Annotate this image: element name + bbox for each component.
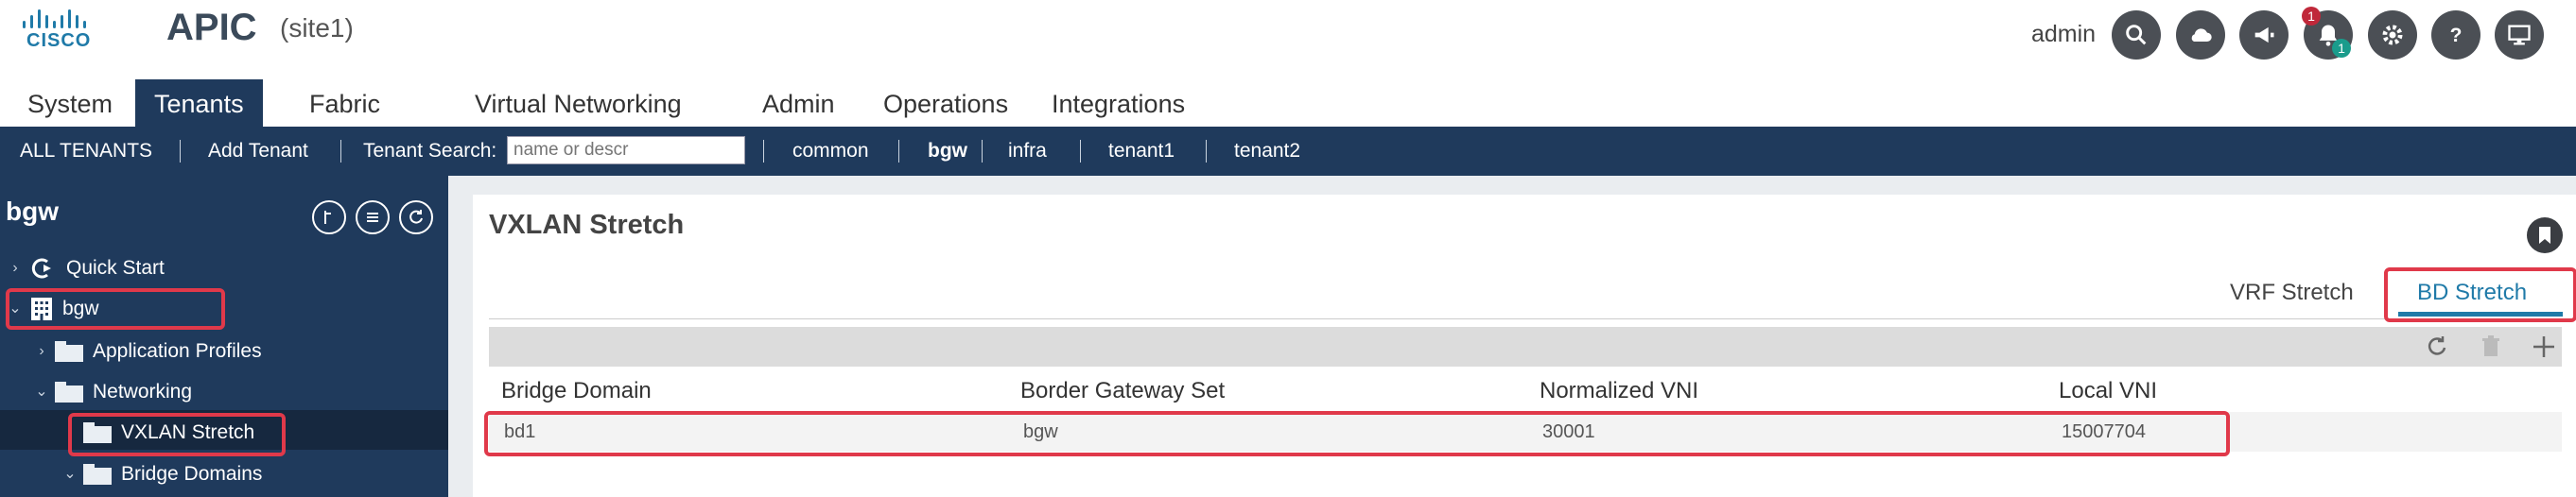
- tenant-search-input[interactable]: [507, 136, 745, 164]
- trash-icon: [2482, 335, 2499, 356]
- chevron-down-icon: ⌄: [35, 384, 48, 400]
- highlight-box: [68, 413, 286, 456]
- list-icon: [367, 213, 378, 222]
- cisco-wordmark: CISCO: [26, 30, 92, 51]
- svg-text:?: ?: [2450, 25, 2463, 46]
- tree-item-label: Bridge Domains: [121, 463, 263, 485]
- screen-button[interactable]: [2495, 10, 2544, 60]
- tree-item-label: Networking: [93, 381, 193, 403]
- highlight-box: [484, 411, 2230, 456]
- bookmark-button[interactable]: [2527, 217, 2563, 253]
- refresh-icon: [2428, 336, 2446, 355]
- nav-divider: [982, 140, 983, 163]
- tab-divider: [489, 318, 2562, 319]
- add-button[interactable]: [2531, 334, 2557, 360]
- folder-icon: [55, 341, 83, 362]
- notifications-button[interactable]: 1 1: [2302, 7, 2353, 60]
- folder-icon: [83, 464, 112, 485]
- tree-item-networking[interactable]: ⌄ Networking: [32, 373, 192, 411]
- highlight-box: [6, 288, 225, 330]
- tree-item-label: Application Profiles: [93, 340, 262, 362]
- tree-item-bridge-domains[interactable]: ⌄ Bridge Domains: [61, 455, 262, 493]
- column-header-border-gateway-set[interactable]: Border Gateway Set: [1020, 372, 1225, 410]
- tab-operations[interactable]: Operations: [864, 79, 1027, 127]
- tab-virtual-networking[interactable]: Virtual Networking: [456, 79, 701, 127]
- gear-icon: [2382, 25, 2403, 45]
- help-button[interactable]: ?: [2431, 10, 2480, 60]
- tree-item-quick-start[interactable]: › Quick Start: [6, 249, 165, 287]
- all-tenants-link[interactable]: ALL TENANTS: [20, 127, 152, 176]
- refresh-icon: [409, 210, 423, 224]
- chevron-right-icon: ›: [12, 260, 18, 276]
- settings-button[interactable]: [2368, 10, 2417, 60]
- monitor-icon: [2508, 25, 2531, 45]
- folder-icon: [55, 382, 83, 403]
- tree-item-application-profiles[interactable]: › Application Profiles: [32, 333, 262, 370]
- tenant-link-tenant2[interactable]: tenant2: [1234, 127, 1300, 176]
- tree-item-label: Quick Start: [66, 257, 165, 279]
- column-header-local-vni[interactable]: Local VNI: [2059, 372, 2157, 410]
- sidebar-title: bgw: [6, 197, 59, 226]
- megaphone-icon: [2254, 26, 2274, 43]
- cisco-logo: CISCO: [19, 4, 113, 51]
- app-title: APIC: [166, 7, 257, 48]
- tenant-link-infra[interactable]: infra: [1008, 127, 1047, 176]
- tab-admin[interactable]: Admin: [743, 79, 854, 127]
- tenant-link-common[interactable]: common: [792, 127, 869, 176]
- cloud-button[interactable]: [2176, 10, 2225, 60]
- nav-divider: [340, 140, 341, 163]
- tenant-link-bgw[interactable]: bgw: [928, 127, 967, 176]
- sidebar-refresh-button[interactable]: [399, 200, 433, 234]
- nav-divider: [898, 140, 899, 163]
- tab-integrations[interactable]: Integrations: [1033, 79, 1204, 127]
- tab-vrf-stretch[interactable]: VRF Stretch: [2230, 274, 2354, 312]
- cloud-icon: [2191, 28, 2212, 42]
- nav-divider: [763, 140, 764, 163]
- tab-tenants[interactable]: Tenants: [135, 79, 263, 127]
- plus-icon: [2533, 336, 2554, 357]
- alert-badge: 1: [2302, 7, 2321, 26]
- search-button[interactable]: [2112, 10, 2161, 60]
- bookmark-icon: [2539, 227, 2550, 244]
- site-label: (site1): [280, 13, 354, 43]
- notification-badge: 1: [2332, 39, 2351, 58]
- add-tenant-link[interactable]: Add Tenant: [208, 127, 308, 176]
- delete-button[interactable]: [2478, 334, 2504, 360]
- page-title: VXLAN Stretch: [489, 210, 685, 240]
- highlight-box: [2384, 267, 2576, 322]
- nav-divider: [1080, 140, 1081, 163]
- search-icon: [2126, 25, 2147, 45]
- refresh-button[interactable]: [2424, 334, 2450, 360]
- tab-fabric[interactable]: Fabric: [290, 79, 399, 127]
- chevron-down-icon: ⌄: [63, 466, 77, 482]
- chevron-right-icon: ›: [39, 343, 44, 359]
- alerts-button[interactable]: [2239, 10, 2289, 60]
- sidebar-tool-button[interactable]: [312, 200, 346, 234]
- sidebar-list-button[interactable]: [356, 200, 390, 234]
- tenant-link-tenant1[interactable]: tenant1: [1108, 127, 1175, 176]
- quick-start-icon: [31, 258, 51, 279]
- tab-system[interactable]: System: [9, 79, 131, 127]
- nav-divider: [1206, 140, 1207, 163]
- nav-divider: [180, 140, 181, 163]
- question-icon: ?: [2450, 25, 2463, 46]
- branch-icon: [324, 211, 331, 224]
- column-header-normalized-vni[interactable]: Normalized VNI: [1540, 372, 1698, 410]
- column-header-bridge-domain[interactable]: Bridge Domain: [501, 372, 652, 410]
- table-toolbar: [489, 327, 2562, 367]
- user-name[interactable]: admin: [2031, 21, 2096, 48]
- tenant-search-label: Tenant Search:: [363, 140, 497, 162]
